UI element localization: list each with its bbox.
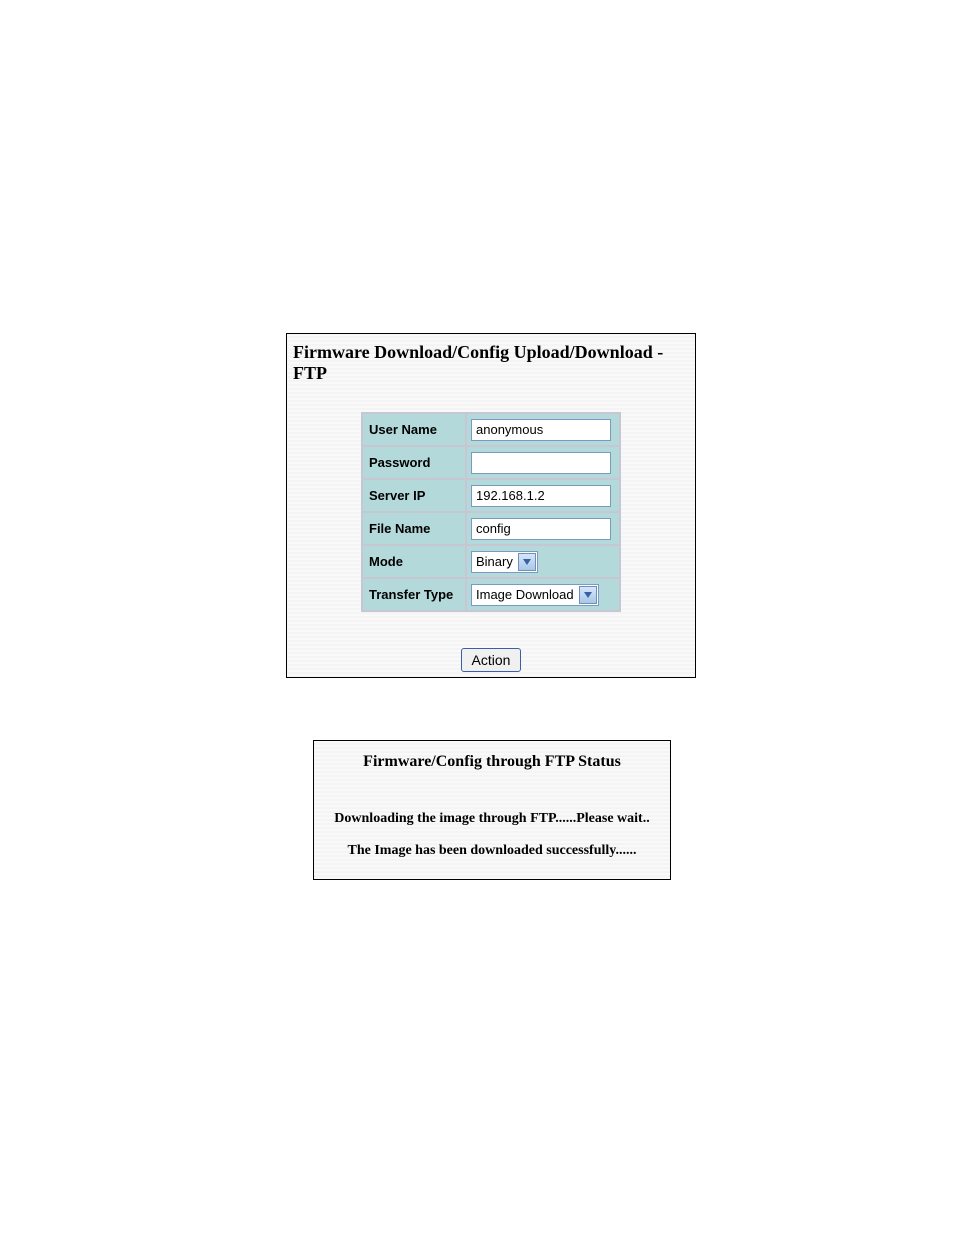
file-name-input[interactable]	[471, 518, 611, 540]
row-file-name: File Name	[363, 513, 619, 544]
transfer-type-select-value: Image Download	[472, 587, 578, 602]
password-input[interactable]	[471, 452, 611, 474]
row-username: User Name	[363, 414, 619, 445]
label-mode: Mode	[363, 546, 465, 577]
mode-select-value: Binary	[472, 554, 517, 569]
label-username: User Name	[363, 414, 465, 445]
label-transfer-type: Transfer Type	[363, 579, 465, 610]
ftp-status-panel: Firmware/Config through FTP Status Downl…	[313, 740, 671, 880]
form-title: Firmware Download/Config Upload/Download…	[287, 334, 695, 384]
row-server-ip: Server IP	[363, 480, 619, 511]
status-message-success: The Image has been downloaded successful…	[314, 827, 670, 859]
chevron-down-icon	[518, 553, 536, 571]
status-message-downloading: Downloading the image through FTP......P…	[314, 771, 670, 827]
row-mode: Mode Binary	[363, 546, 619, 577]
row-transfer-type: Transfer Type Image Download	[363, 579, 619, 610]
action-button[interactable]: Action	[461, 648, 522, 672]
row-password: Password	[363, 447, 619, 478]
server-ip-input[interactable]	[471, 485, 611, 507]
username-input[interactable]	[471, 419, 611, 441]
mode-select[interactable]: Binary	[471, 551, 538, 573]
label-password: Password	[363, 447, 465, 478]
form-table: User Name Password Server IP File Name M…	[361, 412, 621, 612]
transfer-type-select[interactable]: Image Download	[471, 584, 599, 606]
label-file-name: File Name	[363, 513, 465, 544]
label-server-ip: Server IP	[363, 480, 465, 511]
chevron-down-icon	[579, 586, 597, 604]
ftp-form-panel: Firmware Download/Config Upload/Download…	[286, 333, 696, 678]
status-title: Firmware/Config through FTP Status	[314, 741, 670, 771]
